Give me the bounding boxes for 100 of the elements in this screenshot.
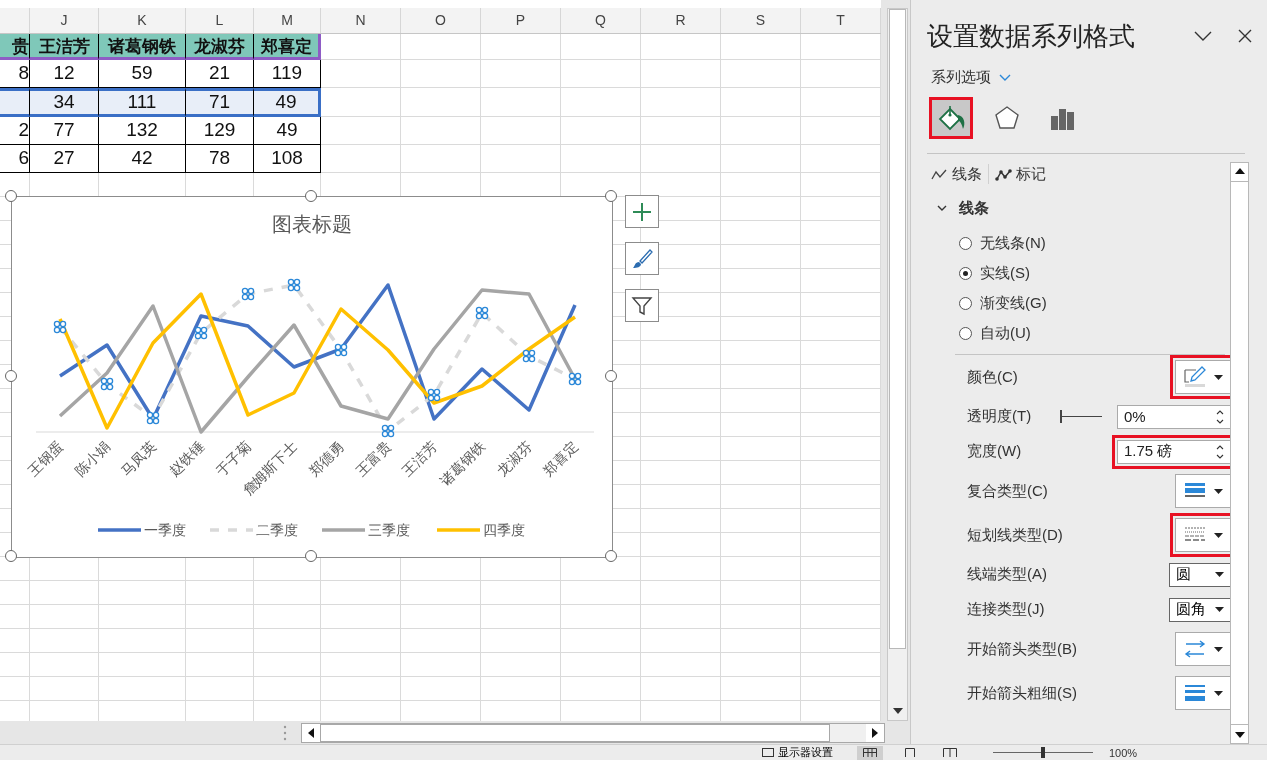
radio-button[interactable]: [959, 236, 972, 250]
dropdown-arrow-icon: [1213, 488, 1223, 494]
column-header[interactable]: N: [321, 8, 401, 33]
category-label: 王钢蛋: [25, 437, 67, 479]
selection-marker[interactable]: [194, 326, 208, 340]
scrollbar-thumb[interactable]: [320, 723, 830, 742]
column-header[interactable]: M: [254, 8, 321, 33]
property-label: 开始箭头类型(B): [967, 639, 1077, 659]
spin-arrows-icon: [1216, 408, 1224, 425]
selection-marker[interactable]: [522, 349, 536, 363]
dropdown-button[interactable]: [1175, 632, 1230, 666]
legend-label[interactable]: 二季度: [256, 522, 298, 538]
dropdown-arrow-icon: [1215, 572, 1224, 577]
radio-label[interactable]: 自动(U): [980, 323, 1031, 343]
property-label: 透明度(T): [967, 407, 1032, 426]
zoom-level[interactable]: 100%: [1109, 746, 1138, 759]
column-header[interactable]: O: [401, 8, 481, 33]
property-label: 连接类型(J): [967, 600, 1045, 619]
table-cell: 129: [186, 117, 254, 145]
selection-marker[interactable]: [100, 377, 114, 391]
table-cell: 龙淑芬: [186, 34, 254, 60]
table-cell: 71: [186, 88, 254, 117]
table-cell: 6: [0, 145, 30, 173]
radio-label[interactable]: 无线条(N): [980, 233, 1046, 253]
display-settings-button[interactable]: 显示器设置: [762, 745, 833, 760]
selection-marker[interactable]: [241, 287, 255, 301]
column-header[interactable]: S: [721, 8, 801, 33]
table-cell: 贵: [0, 34, 30, 60]
radio-label[interactable]: 实线(S): [980, 263, 1030, 283]
dropdown-field[interactable]: 圆角: [1169, 597, 1230, 622]
dropdown-arrow-icon: [1213, 646, 1223, 652]
selection-marker[interactable]: [334, 343, 348, 357]
property-label: 颜色(C): [967, 367, 1018, 387]
scroll-left-icon: [308, 727, 314, 738]
table-cell: 42: [99, 145, 186, 173]
spinner-field[interactable]: 0%: [1117, 404, 1230, 429]
category-label: 王富贵: [353, 437, 395, 479]
table-cell: 郑喜定: [254, 34, 321, 60]
selection-marker[interactable]: [287, 278, 301, 292]
dropdown-arrow-icon: [1213, 374, 1223, 380]
legend-label[interactable]: 四季度: [483, 522, 525, 538]
column-header[interactable]: P: [481, 8, 561, 33]
table-cell: 132: [99, 117, 186, 145]
table-cell: 27: [30, 145, 99, 173]
chart-tool-button[interactable]: [625, 242, 659, 275]
normal-view-button[interactable]: [857, 745, 883, 760]
column-header[interactable]: J: [30, 8, 99, 33]
section-header[interactable]: 线条: [931, 196, 989, 220]
column-header[interactable]: Q: [561, 8, 641, 33]
table-cell: 49: [254, 88, 321, 117]
table-cell: 78: [186, 145, 254, 173]
page-break-icon: [943, 748, 957, 757]
sub-tab[interactable]: 线条: [931, 164, 988, 184]
icon-tab[interactable]: [929, 97, 973, 139]
chart-title[interactable]: 图表标题: [272, 213, 352, 235]
scroll-up-icon: [1234, 168, 1245, 174]
chart-area[interactable]: 图表标题 王钢蛋 陈小娟 马凤英 赵铁锤 于子菊 詹姆斯下士 郑德勇 王富贵 王洁芳 诸葛钢铁 龙淑芬 郑喜定 一季度 二季度 三季度 四季度: [11, 196, 613, 558]
column-header[interactable]: T: [801, 8, 881, 33]
sub-tab[interactable]: 标记: [995, 164, 1052, 184]
vertical-scrollbar[interactable]: [887, 8, 908, 721]
horizontal-scrollbar[interactable]: [301, 722, 885, 743]
column-header[interactable]: K: [99, 8, 186, 33]
legend-label[interactable]: 三季度: [368, 522, 410, 538]
category-label: 陈小娟: [72, 437, 114, 479]
chart-tool-button[interactable]: [625, 195, 659, 228]
radio-button[interactable]: [959, 266, 972, 280]
column-header[interactable]: L: [186, 8, 254, 33]
selection-marker[interactable]: [53, 320, 67, 334]
series-options-dropdown[interactable]: 系列选项: [931, 68, 1011, 87]
selection-marker[interactable]: [475, 306, 489, 320]
marker-line-icon: [995, 167, 1012, 181]
selection-marker[interactable]: [146, 411, 160, 425]
table-cell[interactable]: [0, 88, 30, 117]
pane-scrollbar[interactable]: [1230, 162, 1249, 744]
zoom-slider-thumb[interactable]: [1041, 747, 1045, 758]
radio-button[interactable]: [959, 296, 972, 310]
selection-marker[interactable]: [568, 372, 582, 386]
scrollbar-thumb[interactable]: [889, 9, 906, 649]
spinner-field[interactable]: 1.75 磅: [1117, 439, 1230, 464]
line-icon: [931, 167, 948, 181]
dropdown-arrow-icon: [1213, 532, 1223, 538]
property-label: 线端类型(A): [967, 565, 1047, 584]
selection-marker[interactable]: [427, 388, 441, 402]
monitor-icon: [762, 748, 774, 757]
column-header[interactable]: R: [641, 8, 721, 33]
pane-title: 设置数据系列格式: [927, 19, 1136, 53]
scrollbar-thumb[interactable]: [1231, 181, 1248, 725]
dropdown-field[interactable]: 圆: [1169, 562, 1230, 587]
add-icon: [631, 200, 653, 223]
legend-label[interactable]: 一季度: [144, 522, 186, 538]
chart-tool-button[interactable]: [625, 289, 659, 322]
category-label: 赵铁锤: [166, 437, 208, 479]
table-cell: 77: [30, 117, 99, 145]
selection-marker[interactable]: [381, 424, 395, 438]
scroll-down-icon: [1234, 732, 1245, 738]
dropdown-button[interactable]: [1175, 474, 1230, 508]
category-label: 郑喜定: [540, 437, 582, 479]
radio-label[interactable]: 渐变线(G): [980, 293, 1047, 313]
dropdown-button[interactable]: [1175, 676, 1230, 710]
radio-button[interactable]: [959, 326, 972, 340]
